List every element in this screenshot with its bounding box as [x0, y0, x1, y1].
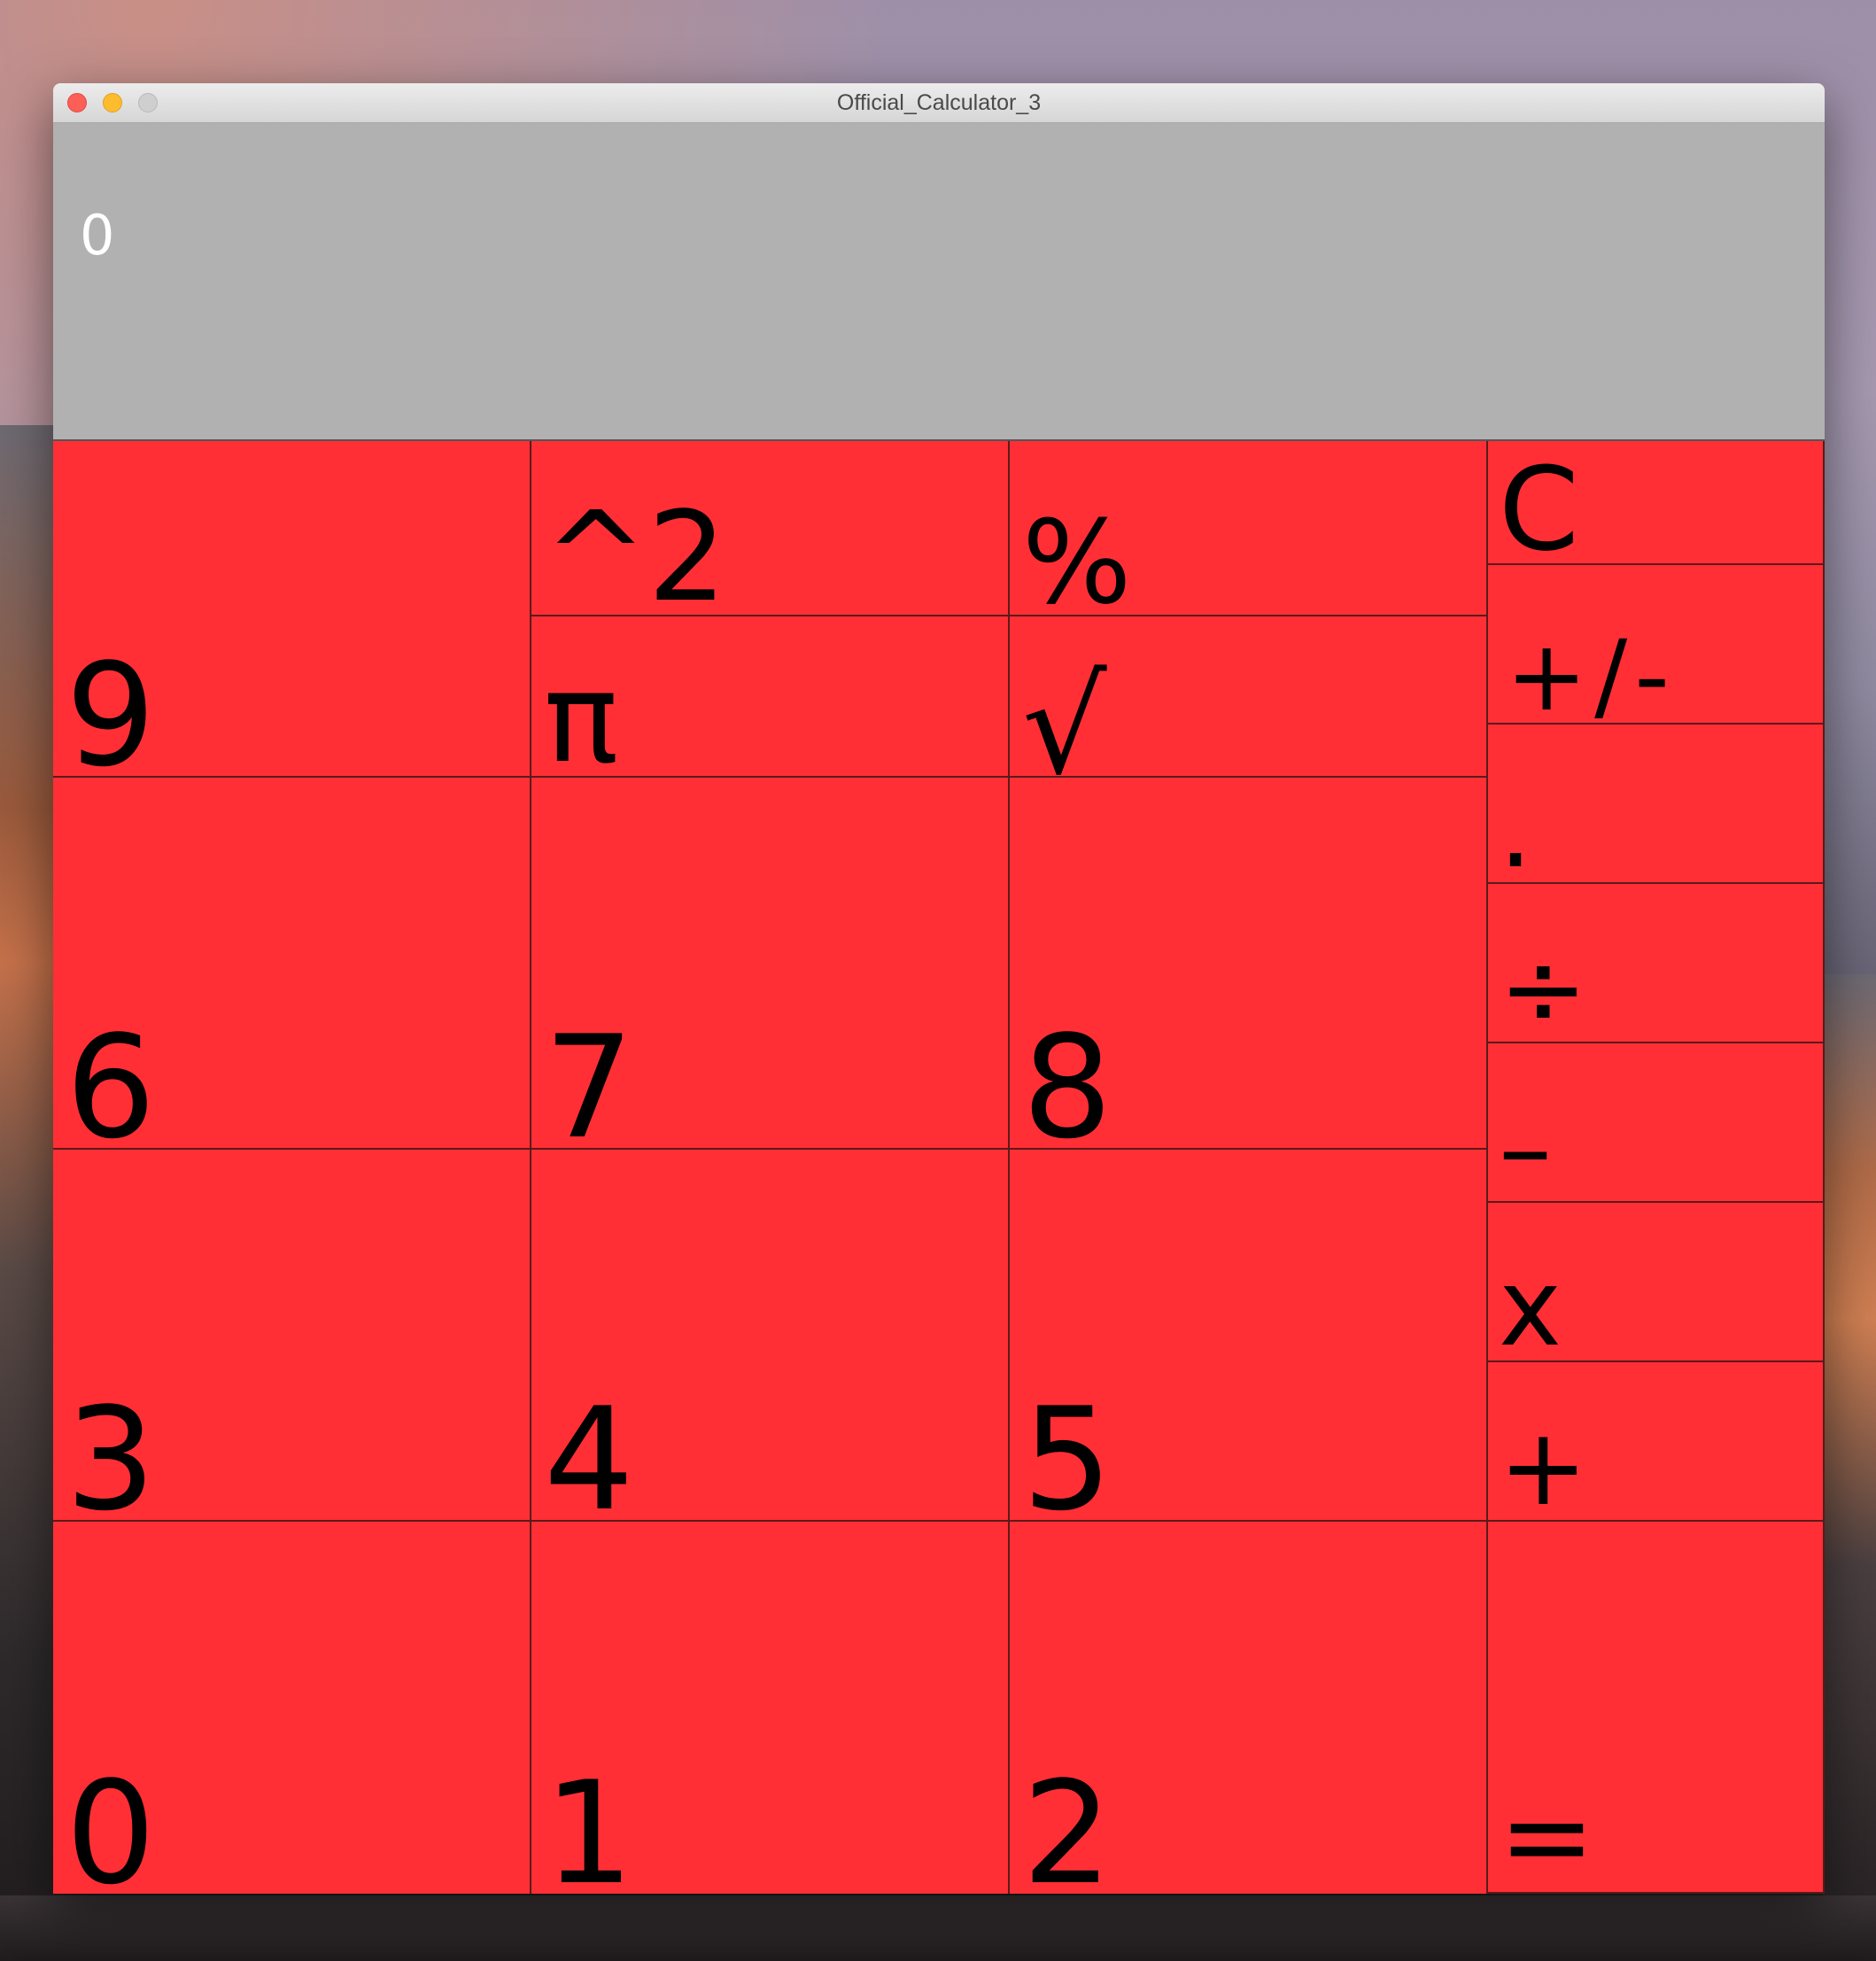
- clear-button[interactable]: C: [1488, 441, 1825, 577]
- calculator-window: Official_Calculator_3 0 9 ^2 % π √ C +/-…: [53, 83, 1825, 1894]
- divide-label: ÷: [1499, 928, 1588, 1051]
- title-bar[interactable]: Official_Calculator_3: [53, 83, 1825, 123]
- negate-label: +/-: [1506, 619, 1677, 732]
- digit-9-label: 9: [66, 632, 156, 798]
- digit-3-button[interactable]: 3: [53, 1150, 531, 1531]
- pi-button[interactable]: π: [531, 616, 1010, 791]
- digit-6-button[interactable]: 6: [53, 778, 531, 1159]
- digit-2-button[interactable]: 2: [1010, 1522, 1488, 1894]
- window-title: Official_Calculator_3: [836, 90, 1042, 115]
- sqrt-label: √: [1022, 650, 1107, 804]
- digit-9-button[interactable]: 9: [53, 441, 531, 787]
- digit-7-button[interactable]: 7: [531, 778, 1010, 1159]
- desktop-wallpaper-bottom: [0, 1895, 1876, 1961]
- digit-1-button[interactable]: 1: [531, 1522, 1010, 1894]
- percent-button[interactable]: %: [1010, 441, 1488, 620]
- equals-button[interactable]: =: [1488, 1522, 1825, 1894]
- equals-label: =: [1499, 1769, 1595, 1894]
- pi-label: π: [544, 647, 619, 791]
- desktop-wallpaper-right: [1823, 974, 1876, 1961]
- divide-button[interactable]: ÷: [1488, 884, 1825, 1043]
- digit-0-label: 0: [66, 1750, 156, 1895]
- square-button[interactable]: ^2: [531, 441, 1010, 620]
- digit-5-label: 5: [1022, 1376, 1112, 1542]
- digit-6-label: 6: [66, 1004, 156, 1170]
- digit-8-button[interactable]: 8: [1010, 778, 1488, 1159]
- digit-4-button[interactable]: 4: [531, 1150, 1010, 1531]
- subtract-label: –: [1499, 1088, 1552, 1211]
- negate-button[interactable]: +/-: [1488, 565, 1825, 725]
- sqrt-button[interactable]: √: [1010, 616, 1488, 794]
- decimal-label: .: [1499, 769, 1533, 892]
- percent-label: %: [1022, 495, 1132, 630]
- keypad: 9 ^2 % π √ C +/- . ÷ – x + = 6 7 8 3 4 5…: [53, 441, 1825, 1894]
- digit-4-label: 4: [544, 1376, 634, 1542]
- add-button[interactable]: +: [1488, 1362, 1825, 1522]
- digit-2-label: 2: [1022, 1750, 1112, 1895]
- digit-7-label: 7: [544, 1004, 634, 1170]
- decimal-button[interactable]: .: [1488, 725, 1825, 884]
- digit-1-label: 1: [544, 1750, 634, 1895]
- subtract-button[interactable]: –: [1488, 1043, 1825, 1203]
- digit-5-button[interactable]: 5: [1010, 1150, 1488, 1531]
- digit-3-label: 3: [66, 1376, 156, 1542]
- display-value: 0: [80, 203, 115, 267]
- add-label: +: [1499, 1407, 1588, 1530]
- clear-label: C: [1499, 442, 1579, 577]
- digit-8-label: 8: [1022, 1004, 1112, 1170]
- calculator-display: 0: [53, 123, 1825, 441]
- square-label: ^2: [544, 485, 727, 630]
- digit-0-button[interactable]: 0: [53, 1522, 531, 1894]
- multiply-label: x: [1499, 1247, 1562, 1370]
- multiply-button[interactable]: x: [1488, 1203, 1825, 1362]
